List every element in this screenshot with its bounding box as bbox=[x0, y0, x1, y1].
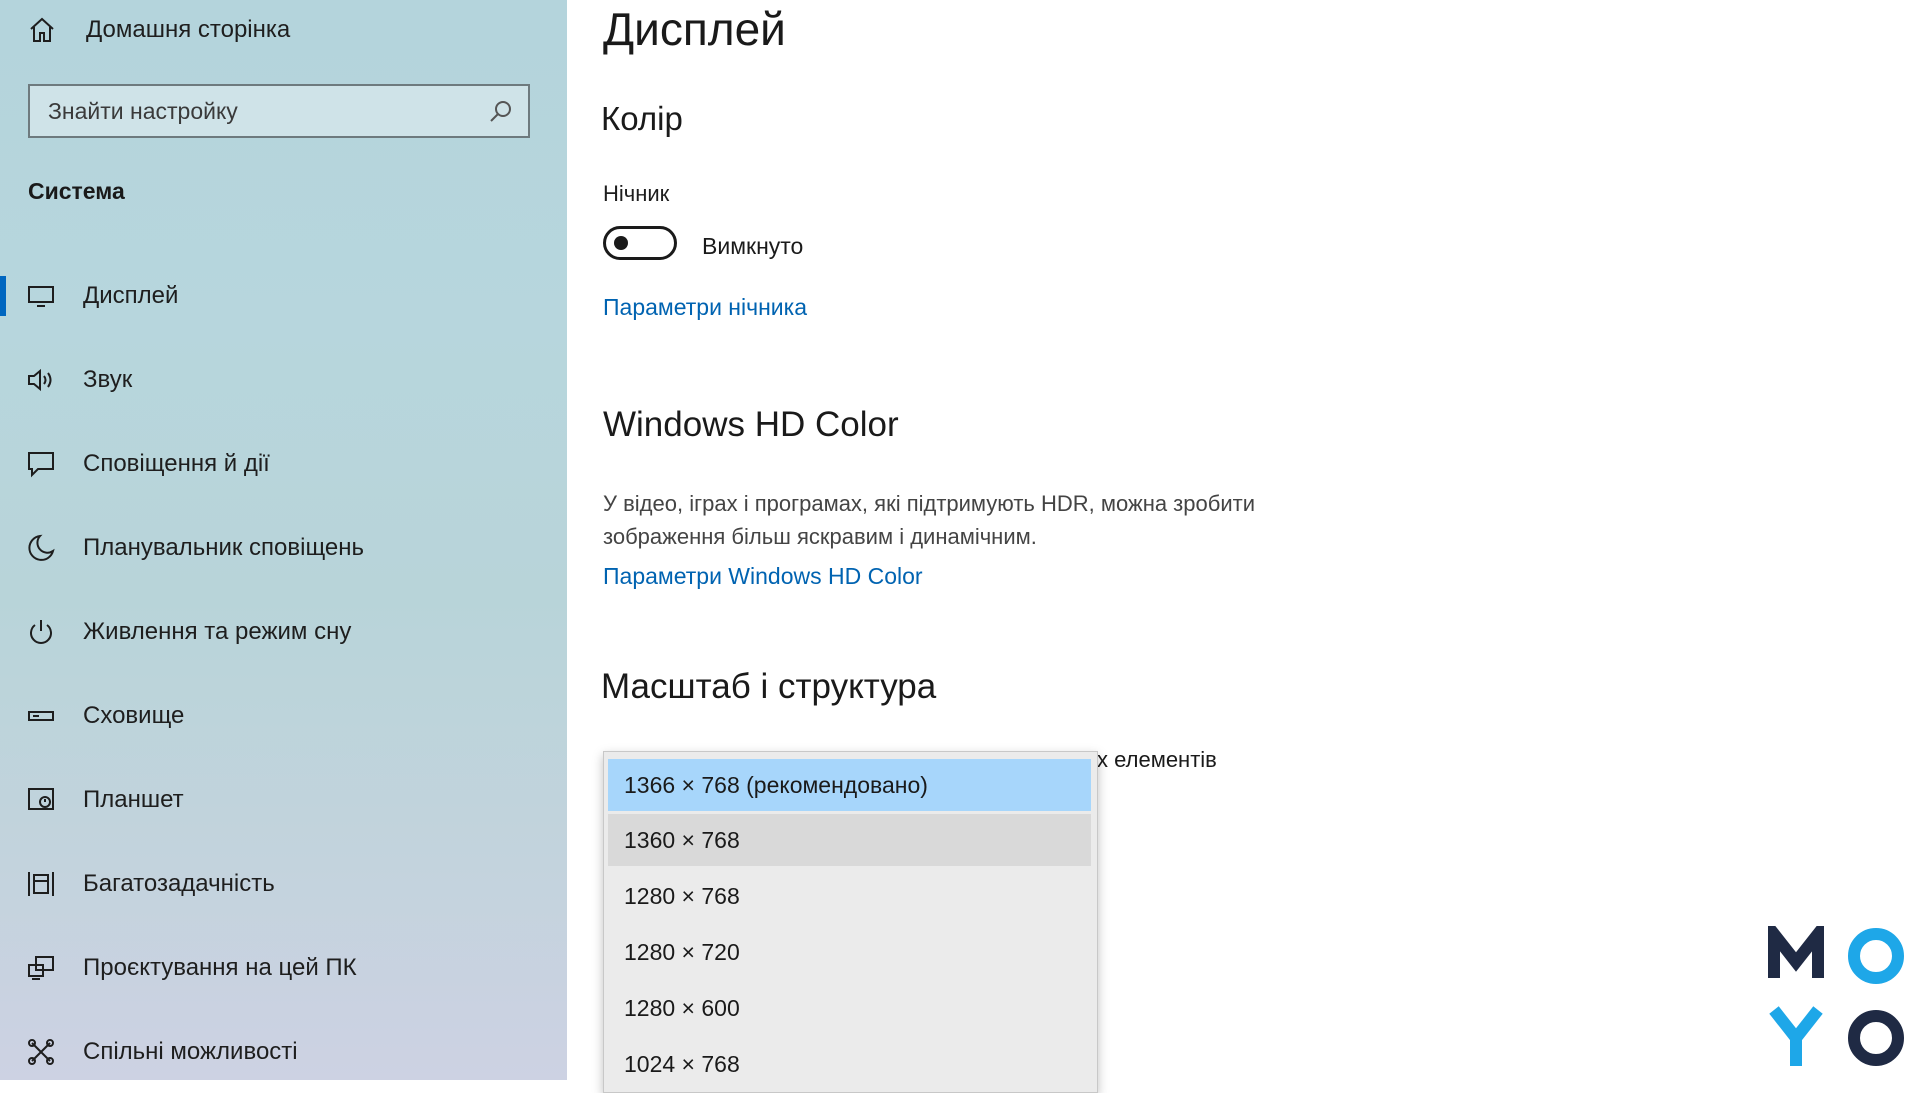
sidebar-item-projecting[interactable]: Проєктування на цей ПК bbox=[0, 936, 567, 1000]
tablet-icon bbox=[26, 785, 56, 815]
resolution-option-label: 1280 × 768 bbox=[624, 882, 740, 909]
logo-letter-y bbox=[1769, 1006, 1823, 1066]
logo-letter-m bbox=[1768, 926, 1824, 978]
sidebar-item-sound[interactable]: Звук bbox=[0, 348, 567, 412]
search-input[interactable] bbox=[30, 86, 528, 136]
sidebar-item-display[interactable]: Дисплей bbox=[0, 264, 567, 328]
sidebar-item-notifications[interactable]: Сповіщення й дії bbox=[0, 432, 567, 496]
hdr-description: У відео, іграх і програмах, які підтриму… bbox=[603, 491, 1255, 549]
resolution-option[interactable]: 1280 × 720 bbox=[608, 926, 1091, 978]
section-heading: Система bbox=[28, 178, 125, 204]
sidebar-item-label: Планшет bbox=[83, 786, 184, 813]
resolution-option-label: 1280 × 600 bbox=[624, 994, 740, 1021]
night-light-settings-link[interactable]: Параметри нічника bbox=[603, 294, 807, 321]
resolution-option[interactable]: 1280 × 600 bbox=[608, 982, 1091, 1034]
resolution-option[interactable]: 1360 × 768 bbox=[608, 814, 1091, 866]
night-light-label: Нічник bbox=[603, 181, 670, 206]
sidebar-item-power[interactable]: Живлення та режим сну bbox=[0, 600, 567, 664]
resolution-option[interactable]: 1366 × 768 (рекомендовано) bbox=[608, 759, 1091, 811]
color-heading: Колір bbox=[601, 100, 683, 137]
hdr-heading: Windows HD Color bbox=[603, 405, 899, 444]
moyo-logo bbox=[1768, 926, 1904, 1066]
multitasking-icon bbox=[26, 869, 56, 899]
home-link[interactable]: Домашня сторінка bbox=[28, 10, 290, 50]
sidebar-item-shared-experiences[interactable]: Спільні можливості bbox=[0, 1020, 567, 1080]
night-light-state: Вимкнуто bbox=[702, 233, 804, 259]
logo-letter-o-bottom bbox=[1848, 1010, 1904, 1066]
sidebar-item-storage[interactable]: Сховище bbox=[0, 684, 567, 748]
search-icon[interactable] bbox=[488, 99, 514, 125]
home-icon bbox=[28, 16, 56, 44]
shared-experiences-icon bbox=[26, 1037, 56, 1067]
resolution-dropdown[interactable]: 1366 × 768 (рекомендовано) 1360 × 768 12… bbox=[603, 751, 1098, 1093]
resolution-option-label: 1280 × 720 bbox=[624, 938, 740, 965]
toggle-knob bbox=[614, 236, 628, 250]
sidebar-item-tablet[interactable]: Планшет bbox=[0, 768, 567, 832]
night-light-toggle[interactable] bbox=[603, 226, 677, 260]
speaker-icon bbox=[26, 365, 56, 395]
sidebar-item-multitasking[interactable]: Багатозадачність bbox=[0, 852, 567, 916]
sidebar-item-label: Дисплей bbox=[83, 282, 179, 309]
resolution-option[interactable]: 1280 × 768 bbox=[608, 870, 1091, 922]
projecting-icon bbox=[26, 953, 56, 983]
storage-icon bbox=[26, 701, 56, 731]
search-box[interactable] bbox=[28, 84, 530, 138]
sidebar-item-label: Спільні можливості bbox=[83, 1038, 298, 1065]
sidebar-item-label: Проєктування на цей ПК bbox=[83, 954, 357, 981]
resolution-option-label: 1366 × 768 (рекомендовано) bbox=[624, 771, 928, 798]
partial-label: х елементів bbox=[1097, 747, 1217, 772]
logo-letter-o-top bbox=[1848, 928, 1904, 984]
hdr-settings-link[interactable]: Параметри Windows HD Color bbox=[603, 563, 923, 590]
sidebar-item-label: Сховище bbox=[83, 702, 185, 729]
resolution-option-label: 1024 × 768 bbox=[624, 1050, 740, 1077]
home-label: Домашня сторінка bbox=[86, 16, 291, 43]
sidebar-item-label: Звук bbox=[83, 366, 133, 393]
sidebar-item-label: Багатозадачність bbox=[83, 870, 275, 897]
settings-sidebar: Домашня сторінка Система Дисплей Звук bbox=[0, 0, 567, 1080]
power-icon bbox=[26, 617, 56, 647]
moon-icon bbox=[26, 533, 56, 563]
resolution-option-label: 1360 × 768 bbox=[624, 826, 740, 853]
monitor-icon bbox=[26, 281, 56, 311]
resolution-option[interactable]: 1024 × 768 bbox=[608, 1038, 1091, 1090]
page-title: Дисплей bbox=[603, 3, 786, 55]
sidebar-item-label: Живлення та режим сну bbox=[83, 618, 352, 645]
sidebar-item-label: Планувальник сповіщень bbox=[83, 534, 365, 561]
sidebar-item-focus-assist[interactable]: Планувальник сповіщень bbox=[0, 516, 567, 580]
notification-icon bbox=[26, 449, 56, 479]
sidebar-item-label: Сповіщення й дії bbox=[83, 450, 270, 477]
scale-layout-heading: Масштаб і структура bbox=[601, 667, 937, 706]
